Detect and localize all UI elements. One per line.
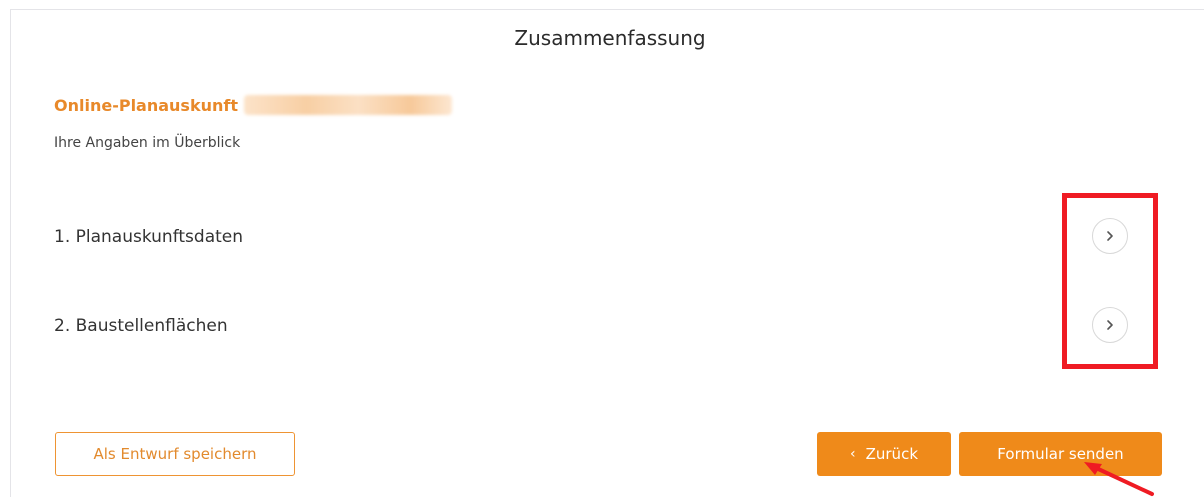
section-label: 1. Planauskunftsdaten bbox=[54, 227, 244, 247]
section-label: 2. Baustellenflächen bbox=[54, 316, 228, 336]
redacted-reference-number bbox=[243, 95, 452, 115]
annotation-highlight-box bbox=[1062, 193, 1158, 369]
section-baustellenflaechen[interactable]: 2. Baustellenflächen bbox=[54, 307, 1154, 347]
back-button-label: Zurück bbox=[865, 445, 918, 463]
section-planauskunftsdaten[interactable]: 1. Planauskunftsdaten bbox=[54, 218, 1154, 258]
chevron-left-icon: ‹ bbox=[850, 446, 856, 462]
save-draft-button[interactable]: Als Entwurf speichern bbox=[55, 432, 295, 476]
page-title: Zusammenfassung bbox=[514, 26, 706, 50]
annotation-arrow-icon bbox=[1084, 462, 1154, 496]
summary-subtitle: Ihre Angaben im Überblick bbox=[54, 135, 241, 151]
summary-heading-text: Online-Planauskunft bbox=[54, 96, 238, 115]
summary-heading: Online-Planauskunft bbox=[54, 95, 452, 115]
back-button[interactable]: ‹ Zurück bbox=[817, 432, 951, 476]
